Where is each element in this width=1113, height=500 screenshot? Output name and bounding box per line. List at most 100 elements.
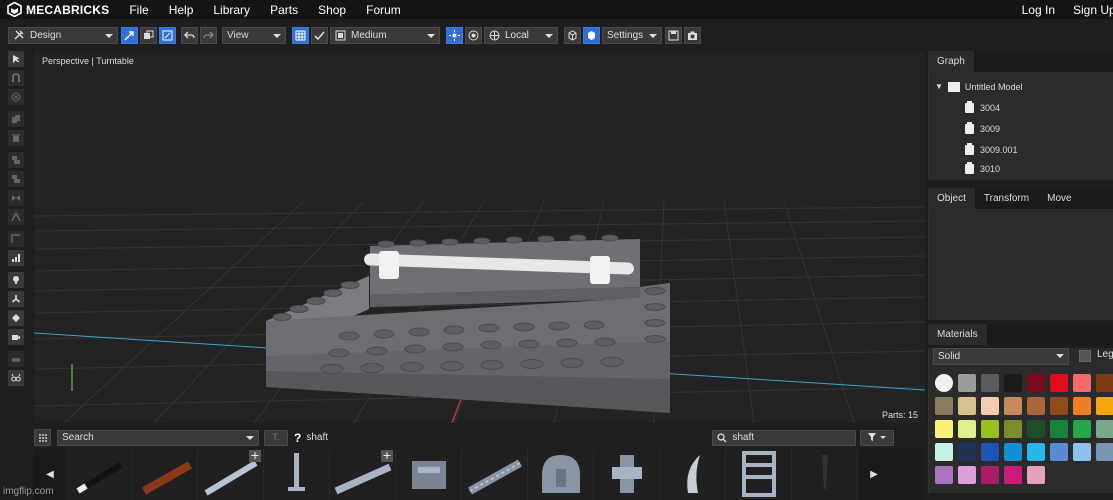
color-swatch[interactable] (935, 466, 953, 484)
color-swatch[interactable] (935, 374, 953, 392)
tree-root[interactable]: ▼ Untitled Model (929, 76, 1113, 97)
color-swatch[interactable] (1073, 397, 1091, 415)
tree-item[interactable]: 3009.001 (929, 139, 1113, 160)
color-swatch[interactable] (958, 397, 976, 415)
wind-tool[interactable] (8, 291, 24, 307)
filter-button[interactable] (860, 429, 895, 446)
space-select[interactable]: Local (484, 26, 558, 44)
tab-transform[interactable]: Transform (975, 188, 1038, 209)
color-swatch[interactable] (1004, 466, 1022, 484)
copy-tool[interactable] (8, 111, 24, 127)
plus-icon[interactable]: + (249, 450, 261, 462)
part-tile[interactable] (594, 449, 660, 500)
color-swatch[interactable] (958, 420, 976, 438)
box-wire-button[interactable] (564, 26, 581, 44)
nav-help[interactable]: Help (169, 3, 194, 17)
3d-viewport[interactable]: Perspective | Turntable Parts: 15 (34, 51, 925, 423)
move-tool-button[interactable] (121, 26, 138, 44)
strip-right-arrow[interactable]: ▶ (858, 449, 890, 500)
color-swatch[interactable] (1096, 420, 1113, 438)
screenshot-button[interactable] (684, 26, 701, 44)
redo-button[interactable] (200, 26, 217, 44)
tree-expand-icon[interactable]: ▼ (935, 82, 943, 91)
color-swatch[interactable] (981, 443, 999, 461)
duplicate-button[interactable] (140, 26, 157, 44)
signup-link[interactable]: Sign Up (1073, 3, 1113, 17)
color-swatch[interactable] (1004, 443, 1022, 461)
color-swatch[interactable] (935, 443, 953, 461)
part-tile[interactable] (726, 449, 792, 500)
color-swatch[interactable] (958, 466, 976, 484)
legacy-checkbox[interactable] (1079, 350, 1091, 362)
nav-shop[interactable]: Shop (318, 3, 346, 17)
stats-tool[interactable] (8, 250, 24, 266)
mode-select[interactable]: Design (8, 26, 118, 44)
color-swatch[interactable] (981, 420, 999, 438)
tab-object[interactable]: Object (928, 188, 975, 209)
part-tile[interactable] (132, 449, 198, 500)
part-tile[interactable] (660, 449, 726, 500)
quality-select[interactable]: Medium (330, 26, 440, 44)
deselect-tool[interactable] (8, 89, 24, 105)
layer-tool-1[interactable] (8, 152, 24, 168)
camera-tool[interactable] (8, 329, 24, 345)
grid-button[interactable] (292, 26, 309, 44)
origin-button[interactable] (465, 26, 482, 44)
nav-parts[interactable]: Parts (270, 3, 298, 17)
login-link[interactable]: Log In (1022, 3, 1055, 17)
color-swatch[interactable] (1050, 374, 1068, 392)
logo[interactable]: MECABRICKS (7, 2, 109, 17)
nav-library[interactable]: Library (213, 3, 250, 17)
color-swatch[interactable] (1027, 420, 1045, 438)
tab-move[interactable]: Move (1038, 188, 1080, 209)
nav-forum[interactable]: Forum (366, 3, 401, 17)
paint-bucket-tool[interactable] (8, 310, 24, 326)
undo-button[interactable] (181, 26, 198, 44)
settings-select[interactable]: Settings (602, 26, 662, 44)
part-tile[interactable] (396, 449, 462, 500)
color-swatch[interactable] (1004, 397, 1022, 415)
color-swatch[interactable] (1004, 420, 1022, 438)
color-swatch[interactable] (1096, 374, 1113, 392)
color-swatch[interactable] (935, 397, 953, 415)
part-tile[interactable] (264, 449, 330, 500)
tab-materials[interactable]: Materials (928, 324, 987, 345)
part-tile[interactable] (792, 449, 858, 500)
layer-tool-2[interactable] (8, 171, 24, 187)
color-swatch[interactable] (1096, 443, 1113, 461)
part-tile[interactable] (66, 449, 132, 500)
save-button[interactable] (665, 26, 682, 44)
part-tile[interactable]: + (330, 449, 396, 500)
help-icon[interactable]: ? (294, 431, 301, 445)
color-swatch[interactable] (1096, 397, 1113, 415)
color-swatch[interactable] (1073, 420, 1091, 438)
color-swatch[interactable] (935, 420, 953, 438)
plus-icon[interactable]: + (381, 450, 393, 462)
flip-tool[interactable] (8, 190, 24, 206)
light-tool[interactable] (8, 272, 24, 288)
color-swatch[interactable] (1073, 374, 1091, 392)
color-swatch[interactable] (1073, 443, 1091, 461)
color-swatch[interactable] (958, 443, 976, 461)
view-select[interactable]: View (222, 26, 286, 44)
color-swatch[interactable] (1027, 397, 1045, 415)
search-input[interactable]: shaft (712, 429, 857, 446)
color-swatch[interactable] (981, 374, 999, 392)
color-swatch[interactable] (981, 397, 999, 415)
color-swatch[interactable] (981, 466, 999, 484)
tree-item[interactable]: 3010 (929, 160, 1113, 178)
search-mode-select[interactable]: Search (57, 429, 259, 446)
nav-file[interactable]: File (129, 3, 148, 17)
part-tile[interactable] (528, 449, 594, 500)
mirror-tool[interactable] (8, 209, 24, 225)
delete-tool[interactable] (8, 130, 24, 146)
color-swatch[interactable] (1050, 420, 1068, 438)
color-swatch[interactable] (958, 374, 976, 392)
measure-tool[interactable] (8, 231, 24, 247)
filter-text-button[interactable]: T. (264, 429, 288, 446)
color-swatch[interactable] (1050, 443, 1068, 461)
box-solid-button[interactable] (583, 26, 600, 44)
tree-item[interactable]: 3004 (929, 97, 1113, 118)
glasses-tool[interactable] (8, 370, 24, 386)
color-swatch[interactable] (1004, 374, 1022, 392)
